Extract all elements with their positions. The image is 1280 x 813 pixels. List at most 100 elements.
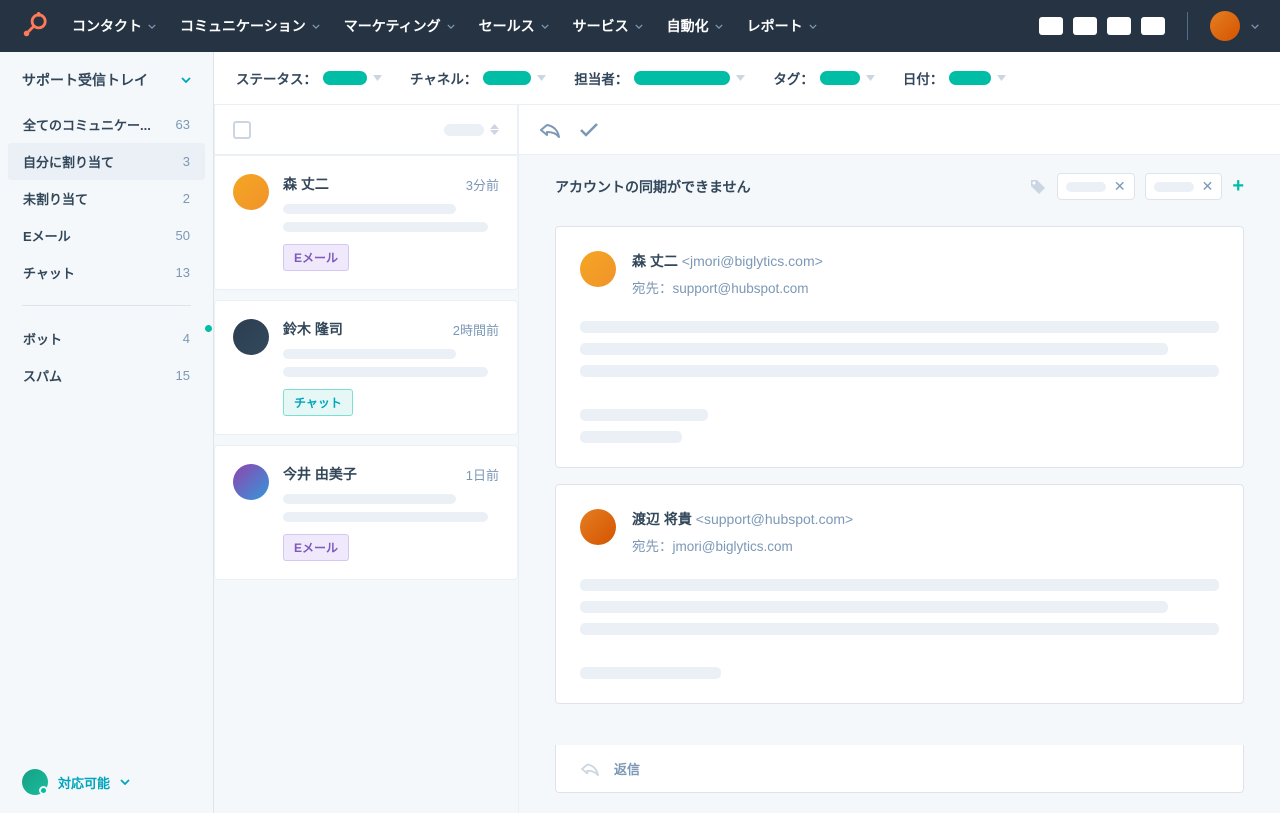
sender-name: 今井 由美子 [283,464,357,484]
tag-icon [1029,178,1047,196]
status-avatar [22,769,48,795]
reply-icon [580,761,600,777]
tag-chip[interactable]: ✕ [1057,173,1135,200]
detail-body: 森 丈二 <jmori@biglytics.com> 宛先：support@hu… [519,210,1280,745]
sidebar-item-email[interactable]: Eメール50 [8,217,205,254]
tag-area: ✕ ✕ + [1029,173,1244,200]
nav-marketing[interactable]: マーケティング [344,16,455,36]
subject: アカウントの同期ができません [555,177,751,197]
reply-label: 返信 [614,759,640,778]
sidebar-status[interactable]: 対応可能 [0,751,213,813]
sidebar-item-assigned-me[interactable]: 自分に割り当て3 [8,143,205,180]
email-body [580,321,1219,443]
caret-down-icon [736,75,745,81]
caret-down-icon [997,75,1006,81]
time: 1日前 [466,465,499,484]
main: サポート受信トレイ 全てのコミュニケー...63 自分に割り当て3 未割り当て2… [0,52,1280,813]
from-address: <jmori@biglytics.com> [682,253,823,269]
from-name: 森 丈二 [632,253,678,269]
close-icon[interactable]: ✕ [1202,178,1214,195]
nav-service[interactable]: サービス [573,16,643,36]
reply-bar[interactable]: 返信 [555,745,1244,793]
filter-bar: ステータス： チャネル： 担当者： タグ： 日付： [214,52,1280,105]
sidebar-item-bot[interactable]: ボット4 [8,320,205,357]
detail-header: アカウントの同期ができません ✕ ✕ + [519,155,1280,210]
status-label: 対応可能 [58,773,110,792]
chevron-down-icon [312,24,320,29]
filter-tag[interactable]: タグ： [773,68,875,88]
caret-down-icon [373,75,382,81]
tag-chip[interactable]: ✕ [1145,173,1223,200]
channel-badge: Eメール [283,534,349,561]
conversation-list: 森 丈二 3分前 Eメール 鈴木 隆司 2時間前 チャット [214,105,518,813]
filter-channel[interactable]: チャネル： [410,68,546,88]
caret-down-icon [490,130,499,135]
divider [1187,12,1188,40]
chevron-down-icon [809,24,817,29]
conversation-card[interactable]: 今井 由美子 1日前 Eメール [214,445,518,580]
caret-up-icon [490,124,499,129]
avatar [580,251,616,287]
email-message: 渡辺 将貴 <support@hubspot.com> 宛先：jmori@big… [555,484,1244,704]
email-message: 森 丈二 <jmori@biglytics.com> 宛先：support@hu… [555,226,1244,468]
chevron-down-icon [541,24,549,29]
time: 2時間前 [453,320,499,339]
chevron-down-icon [148,24,156,29]
conversation-card[interactable]: 森 丈二 3分前 Eメール [214,155,518,290]
nav-sales[interactable]: セールス [479,16,549,36]
channel-badge: Eメール [283,244,349,271]
to-line: 宛先：jmori@biglytics.com [632,535,853,555]
divider [22,305,191,306]
channel-badge: チャット [283,389,353,416]
nav-report[interactable]: レポート [747,16,817,36]
sidebar-title: サポート受信トレイ [22,70,148,90]
sidebar-item-unassigned[interactable]: 未割り当て2 [8,180,205,217]
sort-control[interactable] [444,124,499,136]
to-line: 宛先：support@hubspot.com [632,277,823,297]
chevron-down-icon [447,24,455,29]
sidebar-list-main: 全てのコミュニケー...63 自分に割り当て3 未割り当て2 Eメール50 チャ… [0,106,213,291]
list-header [214,105,518,155]
sidebar-header[interactable]: サポート受信トレイ [0,52,213,106]
nav-action-3[interactable] [1107,17,1131,35]
email-body [580,579,1219,679]
chevron-down-icon[interactable] [1250,24,1260,29]
add-tag-button[interactable]: + [1232,175,1244,198]
sidebar: サポート受信トレイ 全てのコミュニケー...63 自分に割り当て3 未割り当て2… [0,52,214,813]
sender-name: 森 丈二 [283,174,329,194]
filter-date[interactable]: 日付： [903,68,1007,88]
caret-down-icon [537,75,546,81]
chevron-down-icon [635,24,643,29]
sender-name: 鈴木 隆司 [283,319,343,339]
chevron-down-icon [181,77,191,83]
close-icon[interactable]: ✕ [1114,178,1126,195]
reply-icon[interactable] [539,121,561,139]
nav-right [1039,11,1260,41]
user-avatar[interactable] [1210,11,1240,41]
from-address: <support@hubspot.com> [696,511,853,527]
nav-action-4[interactable] [1141,17,1165,35]
sidebar-item-chat[interactable]: チャット13 [8,254,205,291]
chevron-down-icon [715,24,723,29]
nav-communication[interactable]: コミュニケーション [180,16,320,36]
nav-action-1[interactable] [1039,17,1063,35]
workspace: 森 丈二 3分前 Eメール 鈴木 隆司 2時間前 チャット [214,105,1280,813]
avatar [580,509,616,545]
nav-contacts[interactable]: コンタクト [72,16,156,36]
time: 3分前 [466,175,499,194]
sidebar-item-all[interactable]: 全てのコミュニケー...63 [8,106,205,143]
unread-dot-icon [205,325,212,332]
nav-action-2[interactable] [1073,17,1097,35]
sidebar-item-spam[interactable]: スパム15 [8,357,205,394]
avatar [233,174,269,210]
nav-items: コンタクト コミュニケーション マーケティング セールス サービス 自動化 レポ… [72,16,1039,36]
nav-automation[interactable]: 自動化 [667,16,723,36]
select-all-checkbox[interactable] [233,121,251,139]
conversation-card[interactable]: 鈴木 隆司 2時間前 チャット [214,300,518,435]
filter-assignee[interactable]: 担当者： [574,68,745,88]
avatar [233,464,269,500]
checkmark-icon[interactable] [579,122,599,138]
top-nav: コンタクト コミュニケーション マーケティング セールス サービス 自動化 レポ… [0,0,1280,52]
filter-status[interactable]: ステータス： [236,68,382,88]
detail-toolbar [519,105,1280,155]
